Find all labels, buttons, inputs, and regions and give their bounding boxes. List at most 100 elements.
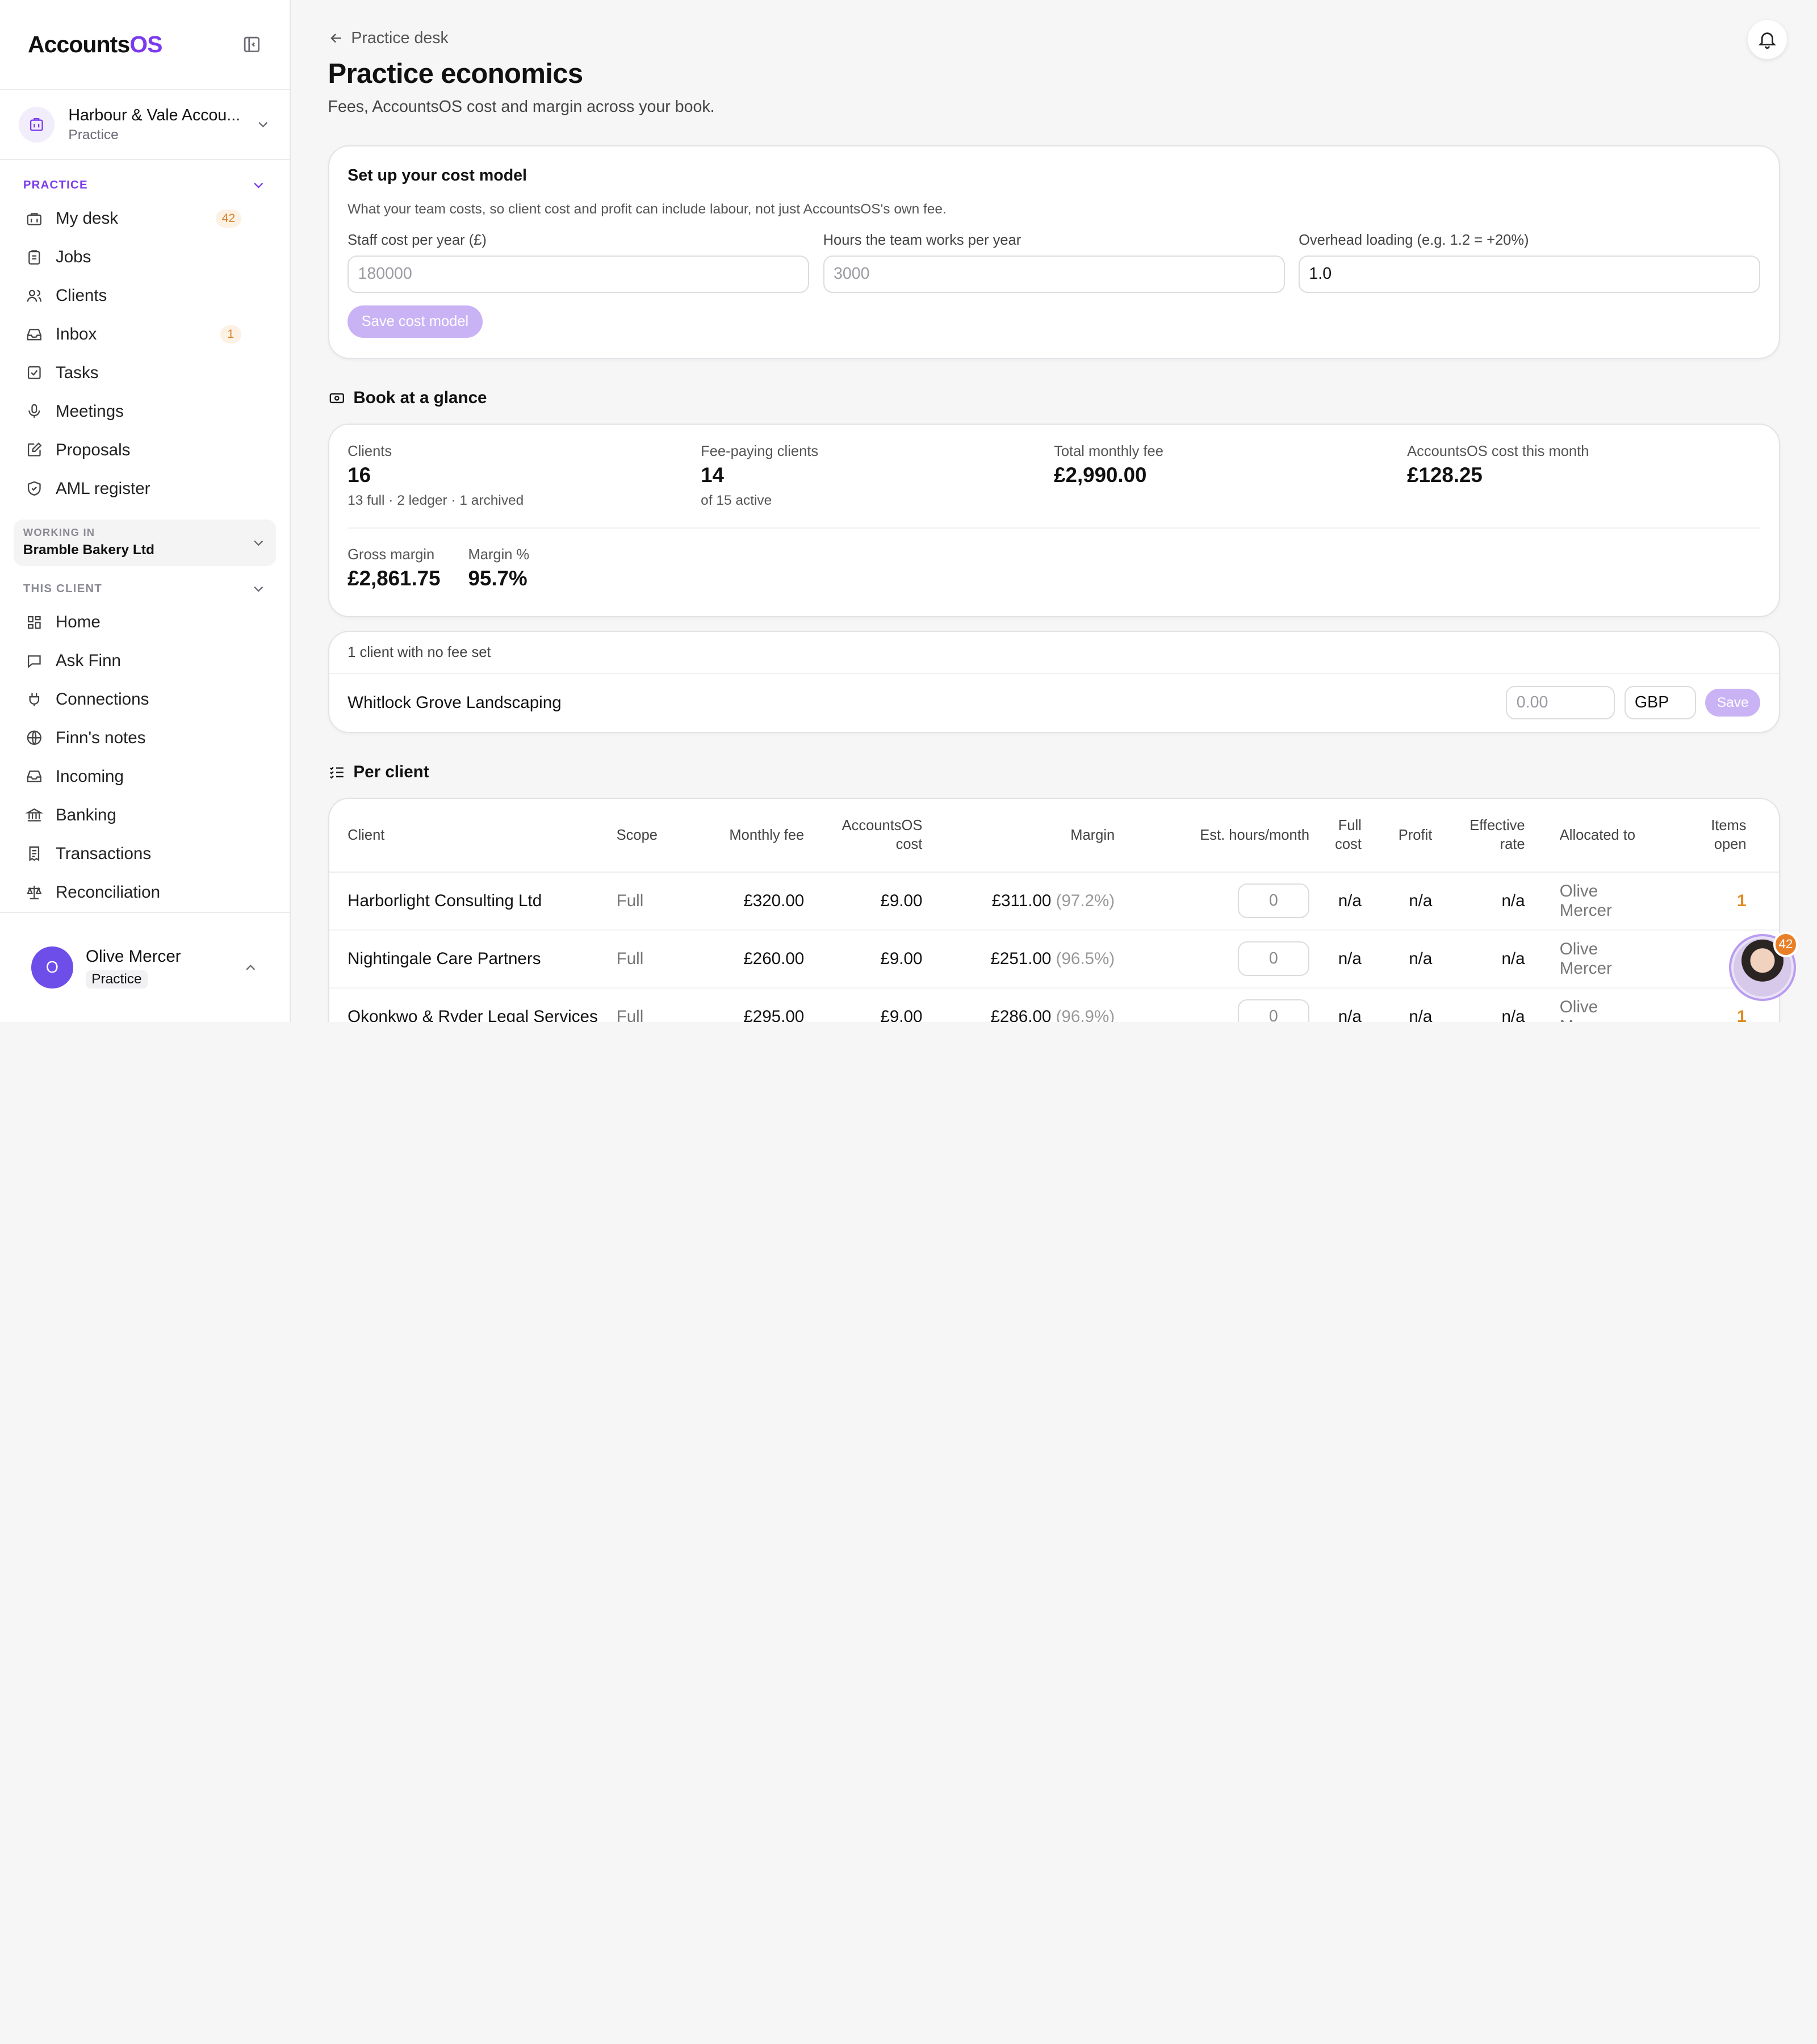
cell-monthly-fee: £295.00	[693, 987, 814, 1022]
assistant-badge: 42	[1773, 931, 1799, 957]
scales-icon	[26, 886, 42, 900]
cell-client[interactable]: Harborlight Consulting Ltd	[329, 872, 608, 931]
cell-margin: £311.00 (97.2%)	[931, 872, 1124, 931]
kpi-value: 95.7%	[468, 567, 527, 590]
brand-logo[interactable]: AccountsOS	[28, 31, 162, 58]
cost-model-title: Set up your cost model	[348, 166, 527, 185]
arrow-left-icon	[330, 33, 341, 43]
practice-switcher[interactable]: Harbour & Vale Accou... Practice	[0, 90, 290, 160]
sidebar-item-finns-notes[interactable]: Finn's notes	[0, 719, 290, 757]
sidebar-item-aml-register[interactable]: AML register	[0, 470, 290, 508]
monthly-fee-input[interactable]	[1506, 686, 1615, 720]
sidebar-item-ask-finn[interactable]: Ask Finn	[0, 642, 290, 680]
sidebar-item-tasks[interactable]: Tasks	[0, 354, 290, 392]
book-glance-card: Clients 16 13 full · 2 ledger · 1 archiv…	[328, 424, 1780, 617]
sidebar-item-label: Ask Finn	[55, 651, 122, 670]
hours-input[interactable]: 0	[1237, 941, 1310, 977]
currency-select[interactable]: GBP	[1624, 686, 1697, 720]
cell-items-open[interactable]: 1	[1661, 872, 1779, 931]
sidebar: AccountsOS Harbour & Vale Accou... Pract…	[0, 0, 291, 1022]
cell-monthly-fee: £320.00	[693, 872, 814, 931]
sidebar-item-home[interactable]: Home	[0, 603, 290, 642]
section-practice-header[interactable]: PRACTICE	[0, 171, 290, 199]
kpi-label: Gross margin	[348, 547, 435, 563]
sidebar-item-label: Finn's notes	[55, 728, 146, 747]
banknote-icon	[329, 393, 344, 403]
sidebar-item-my-desk[interactable]: My desk 42	[0, 199, 290, 238]
kpi-clients: Clients 16 13 full · 2 ledger · 1 archiv…	[348, 443, 701, 509]
hours-input[interactable]: 0	[1237, 883, 1310, 919]
hours-per-year-input[interactable]	[823, 256, 1285, 293]
cell-profit: n/a	[1371, 872, 1442, 931]
chevron-up-icon	[245, 964, 255, 970]
cell-margin: £286.00 (96.9%)	[931, 987, 1124, 1022]
sidebar-item-meetings[interactable]: Meetings	[0, 392, 290, 431]
avatar: O	[31, 946, 73, 989]
sidebar-item-jobs[interactable]: Jobs	[0, 238, 290, 277]
sidebar-item-connections[interactable]: Connections	[0, 680, 290, 719]
per-client-title: Per client	[353, 763, 429, 782]
overhead-loading-input[interactable]	[1299, 256, 1761, 293]
cell-client[interactable]: Nightingale Care Partners	[329, 929, 608, 989]
col-margin[interactable]: Margin	[931, 799, 1124, 873]
cell-client[interactable]: Okonkwo & Ryder Legal Services	[329, 987, 608, 1022]
sidebar-item-proposals[interactable]: Proposals	[0, 431, 290, 470]
sidebar-item-inbox[interactable]: Inbox 1	[0, 315, 290, 354]
save-cost-model-button[interactable]: Save cost model	[348, 305, 483, 338]
table-row[interactable]: Harborlight Consulting Ltd Full £320.00 …	[329, 872, 1779, 931]
col-profit[interactable]: Profit	[1371, 799, 1442, 873]
working-in-selector[interactable]: WORKING IN Bramble Bakery Ltd	[14, 520, 276, 566]
user-menu[interactable]: O Olive Mercer Practice	[0, 912, 290, 1022]
globe-icon	[27, 731, 41, 745]
col-full-cost[interactable]: Full cost	[1318, 799, 1371, 873]
grid-icon	[27, 615, 41, 629]
cell-est-hours: 0	[1124, 872, 1319, 931]
staff-cost-label: Staff cost per year (£)	[348, 232, 487, 249]
sidebar-item-banking[interactable]: Banking	[0, 796, 290, 835]
sidebar-item-clients[interactable]: Clients	[0, 277, 290, 315]
save-fee-button[interactable]: Save	[1705, 689, 1761, 717]
col-client[interactable]: Client	[329, 799, 608, 873]
section-client-header[interactable]: THIS CLIENT	[0, 575, 290, 603]
col-label-line: rate	[1500, 836, 1525, 852]
assistant-avatar-button[interactable]: 42	[1728, 931, 1799, 1002]
kpi-label: Margin %	[468, 547, 530, 563]
sidebar-item-label: Proposals	[55, 440, 131, 459]
col-scope[interactable]: Scope	[607, 799, 693, 873]
sidebar-item-transactions[interactable]: Transactions	[0, 835, 290, 873]
table-row[interactable]: Okonkwo & Ryder Legal Services Full £295…	[329, 987, 1779, 1022]
col-est-hours[interactable]: Est. hours/month	[1124, 799, 1319, 873]
col-label-line: open	[1714, 836, 1747, 852]
cell-accountsos-cost: £9.00	[813, 872, 932, 931]
col-allocated-to[interactable]: Allocated to	[1534, 799, 1662, 873]
cell-est-hours: 0	[1124, 929, 1319, 989]
page-subtitle: Fees, AccountsOS cost and margin across …	[328, 98, 715, 116]
sidebar-item-label: Meetings	[55, 401, 124, 421]
notifications-button[interactable]	[1747, 19, 1787, 60]
cell-effective-rate: n/a	[1441, 987, 1534, 1022]
cell-full-cost: n/a	[1318, 987, 1371, 1022]
sidebar-collapse-icon[interactable]	[241, 34, 262, 55]
staff-cost-input[interactable]	[348, 256, 810, 293]
sidebar-item-reconciliation[interactable]: Reconciliation	[0, 873, 290, 912]
cell-full-cost: n/a	[1318, 929, 1371, 989]
table-row[interactable]: Nightingale Care Partners Full £260.00 £…	[329, 929, 1779, 989]
cell-scope: Full	[607, 987, 693, 1022]
col-effective-rate[interactable]: Effective rate	[1441, 799, 1534, 873]
col-monthly-fee[interactable]: Monthly fee	[693, 799, 814, 873]
sidebar-item-label: Incoming	[55, 767, 124, 786]
col-accountsos-cost[interactable]: AccountsOS cost	[813, 799, 932, 873]
cell-allocated-to: Olive Mercer	[1534, 929, 1662, 989]
briefcase-icon	[27, 212, 41, 225]
hours-input[interactable]: 0	[1237, 999, 1310, 1022]
sidebar-item-label: AML register	[55, 479, 150, 498]
col-items-open[interactable]: Items open	[1661, 799, 1779, 873]
edit-icon	[27, 442, 42, 457]
sidebar-item-label: Inbox	[55, 324, 97, 344]
bank-icon	[25, 809, 43, 822]
cell-accountsos-cost: £9.00	[813, 987, 932, 1022]
inbox-icon	[27, 770, 41, 782]
back-link[interactable]: Practice desk	[328, 29, 1780, 48]
practice-name: Harbour & Vale Accou...	[68, 106, 241, 124]
sidebar-item-incoming[interactable]: Incoming	[0, 757, 290, 796]
